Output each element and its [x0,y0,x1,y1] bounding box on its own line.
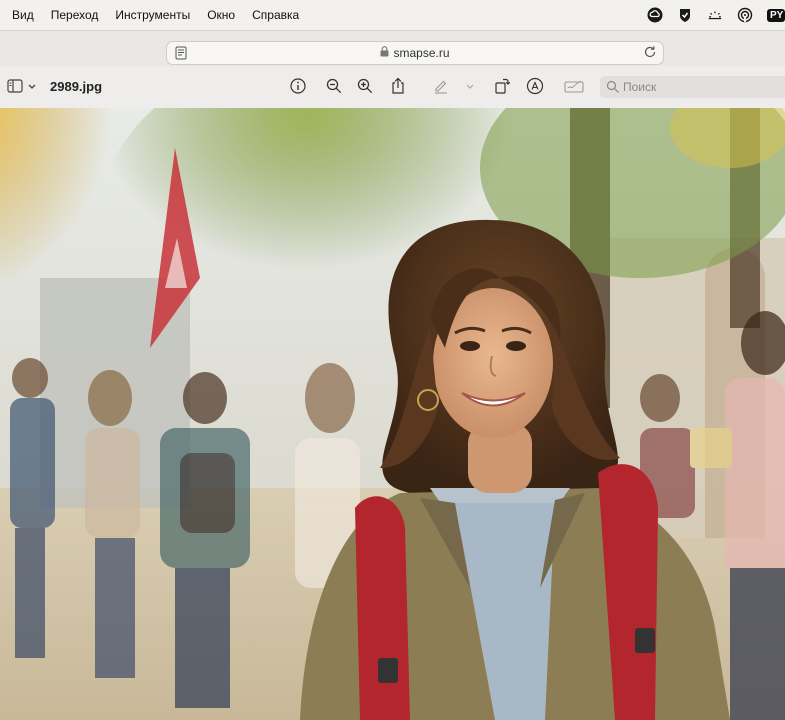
address-area: smapse.ru [0,30,785,67]
share-icon[interactable] [389,77,407,95]
input-source-badge[interactable]: PY [767,8,785,22]
lock-icon [380,46,389,60]
student-photo [0,108,785,720]
preview-toolbar: 2989.jpg Поиск [0,66,785,109]
image-canvas [0,108,785,720]
annotate-icon[interactable] [526,77,544,95]
creative-cloud-icon[interactable] [647,7,663,23]
search-field[interactable]: Поиск [600,76,785,98]
address-bar[interactable]: smapse.ru [166,41,664,65]
shield-check-icon[interactable] [677,7,693,23]
menu-tools[interactable]: Инструменты [115,8,190,22]
document-title: 2989.jpg [50,79,103,94]
brightness-icon[interactable] [707,7,723,23]
menu-go[interactable]: Переход [51,8,99,22]
rotate-icon[interactable] [493,77,511,95]
signature-icon[interactable] [563,77,587,95]
info-icon[interactable] [289,77,307,95]
zoom-in-icon[interactable] [356,77,374,95]
sidebar-toggle-button[interactable] [7,77,37,95]
menu-bar: Вид Переход Инструменты Окно Справка PY [0,0,785,30]
reload-icon[interactable] [643,45,657,59]
url-domain: smapse.ru [393,46,450,60]
menu-help[interactable]: Справка [252,8,299,22]
menu-view[interactable]: Вид [12,8,34,22]
menu-window[interactable]: Окно [207,8,235,22]
zoom-out-icon[interactable] [325,77,343,95]
markup-pen-icon[interactable] [432,77,450,95]
search-placeholder: Поиск [623,80,657,94]
markup-menu-chevron-icon[interactable] [460,77,480,95]
reader-icon[interactable] [175,46,187,60]
search-icon [606,80,620,94]
airdrop-icon[interactable] [737,7,753,23]
